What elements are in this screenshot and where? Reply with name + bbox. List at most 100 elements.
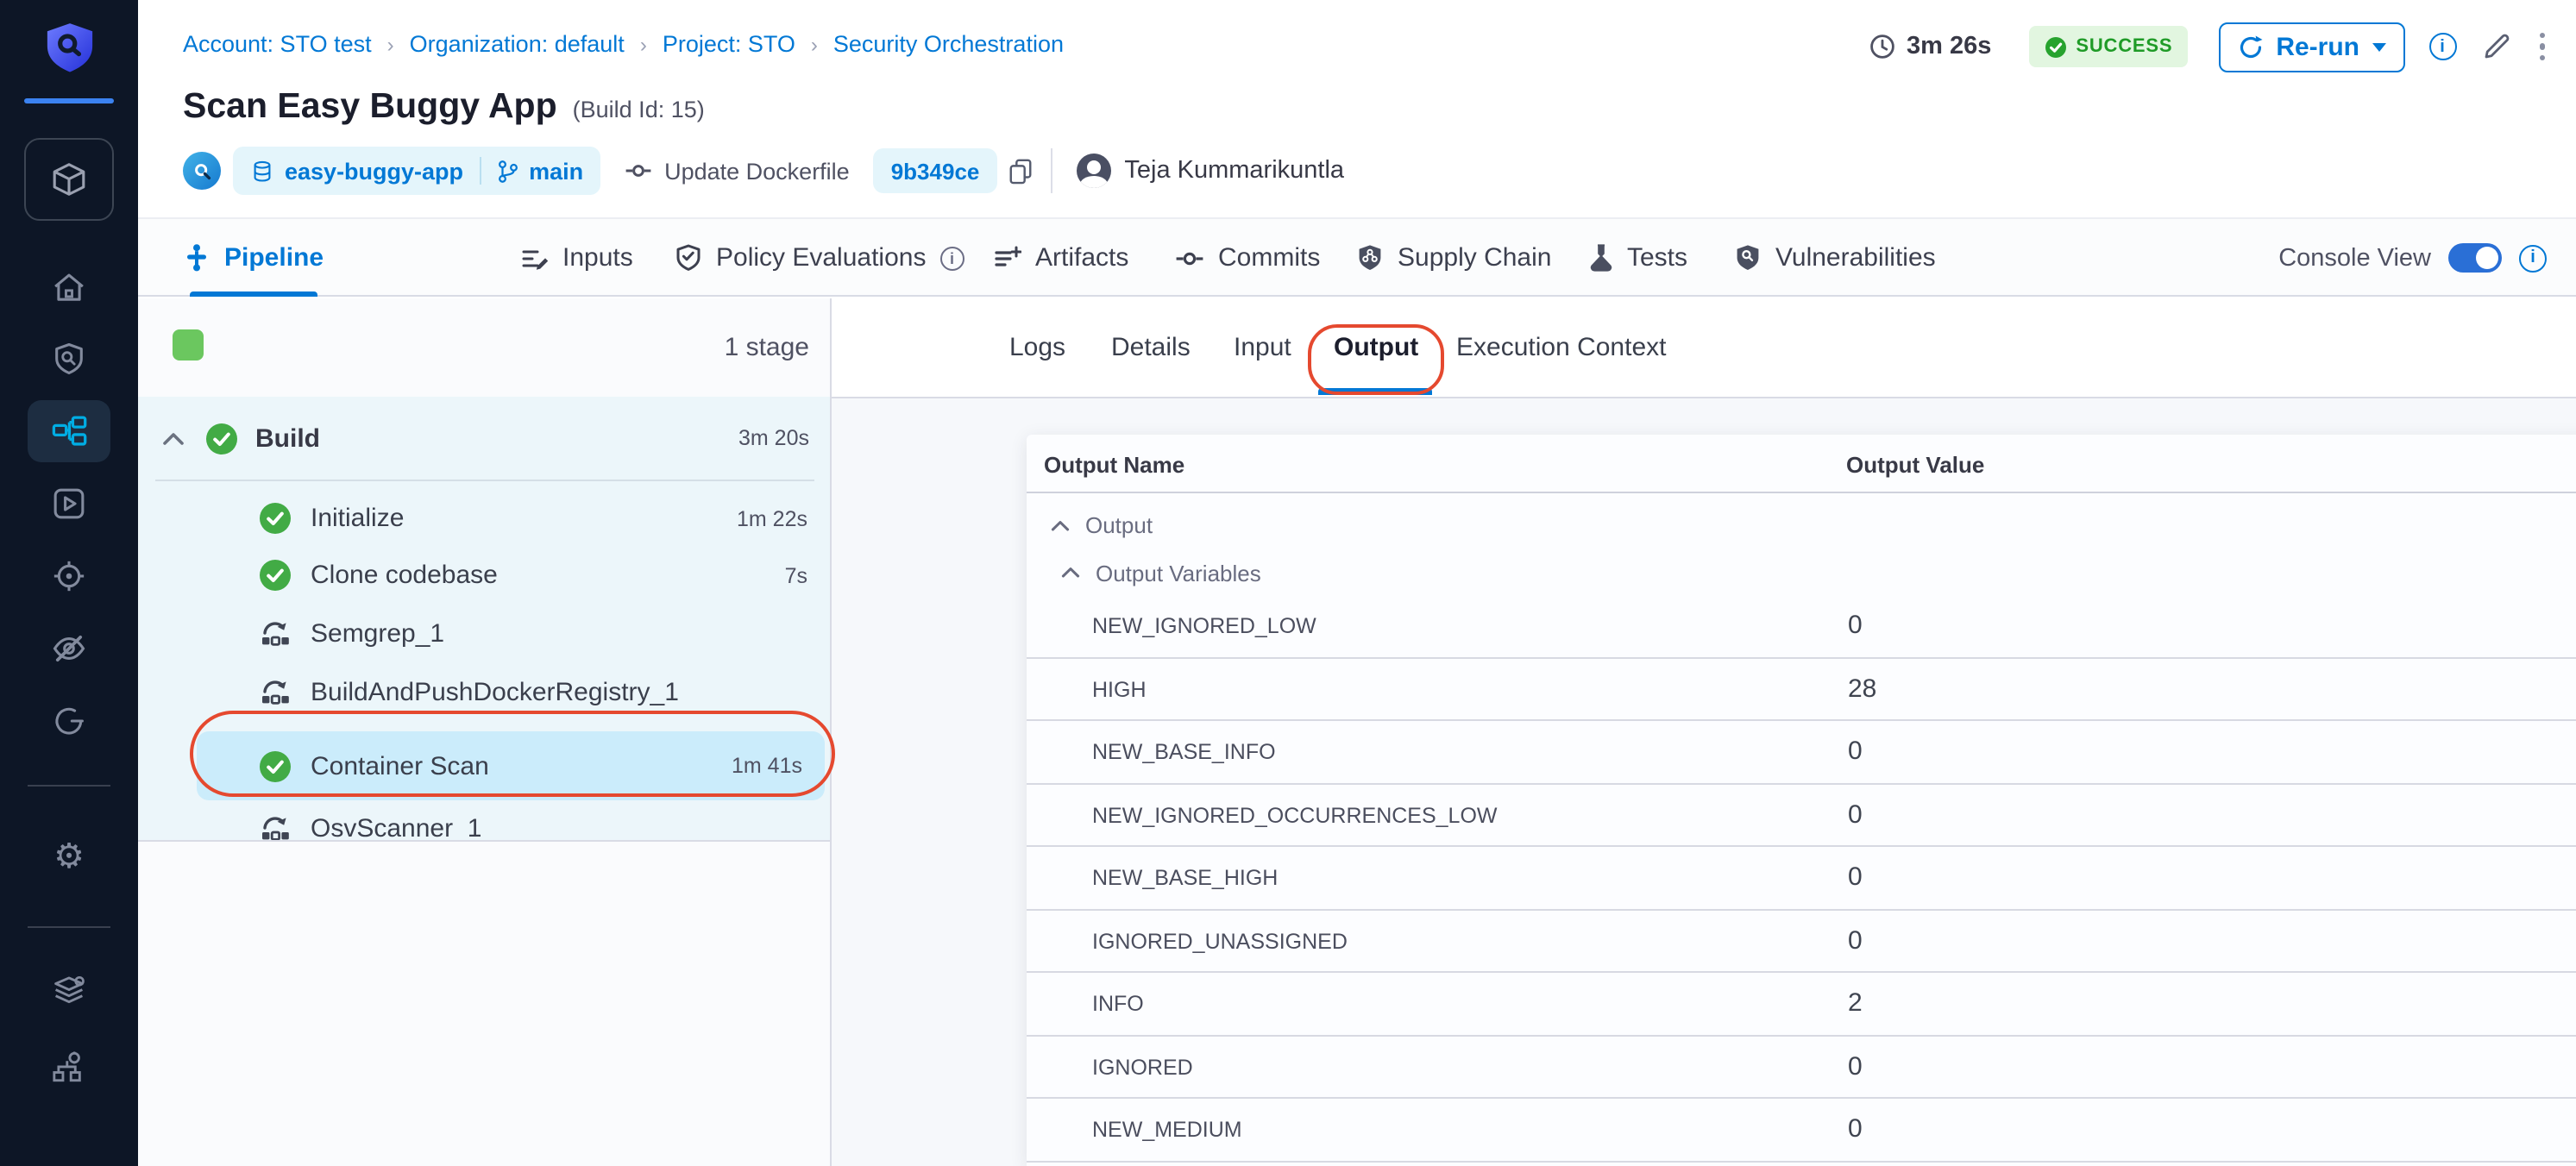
tab-details[interactable]: Details [1111,298,1191,397]
sidebar-item-exemptions[interactable] [28,617,110,680]
stage-name: Build [255,423,320,453]
console-view-label: Console View [2278,244,2431,272]
step-label: Clone codebase [311,561,498,590]
output-table-row: HIGH 28 [1027,658,2576,721]
console-view-toggle[interactable] [2448,243,2502,273]
stage-count-label: 1 stage [725,333,809,362]
sidebar-item-getting-started[interactable] [28,690,110,752]
tab-supply-chain[interactable]: Supply Chain [1356,219,1551,297]
stage-status-square[interactable] [173,329,204,360]
pipeline-step-row[interactable]: Initialize 1m 22s [138,490,830,547]
column-output-value: Output Value [1846,452,1984,478]
edit-pipeline-icon[interactable] [2480,31,2511,62]
console-view-info-icon[interactable]: i [2519,244,2547,272]
breadcrumb-organization[interactable]: Organization: default [410,31,625,57]
sidebar-item-targets[interactable] [28,545,110,607]
tab-inputs[interactable]: Inputs [521,219,633,297]
commit-message[interactable]: Update Dockerfile [664,158,850,184]
sidebar-divider [28,785,110,787]
status-badge: SUCCESS [2029,26,2188,67]
refresh-icon [2238,34,2264,60]
tab-tests[interactable]: Tests [1589,219,1687,297]
output-value-cell: 0 [1848,737,1863,766]
avatar [1076,154,1110,188]
meta-divider [1050,148,1052,193]
pipeline-step-row[interactable]: Container Scan 1m 41s [197,731,825,800]
step-status-icon [259,749,292,782]
output-table-card: Output Name Output Value Output Output V… [1027,435,2576,1166]
build-stage-section: Build 3m 20s Initialize 1m 22s Clone cod… [138,397,830,840]
output-name-cell: NEW_BASE_INFO [1092,740,1276,764]
commits-icon [1175,244,1204,272]
output-value-cell: 0 [1848,862,1863,892]
pipeline-step-row[interactable]: Clone codebase 7s [138,547,830,604]
tab-vulnerabilities[interactable]: Vulnerabilities [1734,219,1936,297]
output-value-cell: 28 [1848,674,1876,703]
output-table-row: NEW_BASE_HIGH 0 [1027,847,2576,910]
tab-commits[interactable]: Commits [1175,219,1320,297]
output-name-cell: IGNORED [1092,1055,1193,1079]
sidebar-item-executions[interactable] [28,473,110,535]
step-status-icon [259,813,292,843]
step-label: Semgrep_1 [311,618,444,648]
sidebar-item-default-settings[interactable] [28,962,110,1025]
stage-success-icon [205,422,238,454]
git-branch-icon [496,158,518,184]
step-list: Initialize 1m 22s Clone codebase 7s Semg… [138,490,830,852]
branch-name: main [529,158,583,184]
repo-branch-pill[interactable]: easy-buggy-app main [233,147,600,195]
commit-sha-link[interactable]: 9b349ce [874,148,997,193]
output-variables-group-row[interactable]: Output Variables [1027,550,2576,595]
tab-logs[interactable]: Logs [1009,298,1065,397]
page-title: Scan Easy Buggy App [183,86,557,128]
tab-pipeline[interactable]: Pipeline [183,219,324,297]
collapse-chevron-icon[interactable] [162,430,185,446]
copy-icon[interactable] [1007,157,1033,185]
supply-chain-shield-icon [1356,243,1384,273]
step-status-icon [259,502,292,535]
module-selector-button[interactable] [24,138,114,221]
output-group-row[interactable]: Output [1027,500,2576,550]
target-icon [50,557,88,595]
pipelines-icon [50,412,88,450]
sidebar-item-home[interactable] [28,257,110,319]
output-table-header: Output Name Output Value [1027,435,2576,493]
output-name-cell: NEW_BASE_HIGH [1092,866,1278,890]
more-options-icon[interactable] [2539,33,2545,61]
inputs-icon [521,244,549,272]
success-check-icon [2045,35,2067,58]
pipeline-step-row[interactable]: BuildAndPushDockerRegistry_1 [138,662,830,721]
network-settings-icon [50,1049,88,1087]
breadcrumb: Account: STO test › Organization: defaul… [183,31,1064,57]
sidebar-item-scans[interactable] [28,328,110,390]
vulnerabilities-shield-icon [1734,243,1762,273]
breadcrumb-module[interactable]: Security Orchestration [833,31,1064,57]
sidebar-item-environments[interactable] [28,1037,110,1099]
breadcrumb-separator: › [387,32,394,56]
scan-trigger-icon [183,152,221,190]
repo-name: easy-buggy-app [285,158,463,184]
breadcrumb-project[interactable]: Project: STO [663,31,795,57]
execution-tabbar: Pipeline Inputs Policy Evaluations i Art… [138,217,2576,297]
power-arc-icon [50,702,88,740]
sidebar-item-settings[interactable]: ⚙ [28,826,110,888]
artifacts-icon [994,244,1021,272]
sidebar-item-pipelines[interactable] [28,400,110,462]
execution-content: 1 stage Build 3m 20s Initialize 1m 22s [138,298,2576,1166]
rerun-button[interactable]: Re-run [2219,22,2404,72]
breadcrumb-account[interactable]: Account: STO test [183,31,372,57]
tab-artifacts[interactable]: Artifacts [994,219,1128,297]
output-name-cell: INFO [1092,992,1144,1016]
breadcrumb-separator: › [811,32,818,56]
tab-input[interactable]: Input [1234,298,1291,397]
tab-policy-evaluations[interactable]: Policy Evaluations i [675,219,964,297]
pipeline-step-row[interactable]: Semgrep_1 [138,604,830,662]
tab-execution-context[interactable]: Execution Context [1456,298,1667,397]
stage-panel: 1 stage Build 3m 20s Initialize 1m 22s [138,298,830,1166]
tab-output[interactable]: Output [1334,298,1418,397]
build-stage-row[interactable]: Build 3m 20s [138,397,830,480]
sto-shield-logo-icon[interactable] [41,19,98,78]
harness-pipeline-execution-page: ⚙ Account: STO test › Organization: defa… [0,0,2576,1166]
execution-info-icon[interactable]: i [2428,33,2456,60]
pipeline-step-row[interactable]: OsvScanner_1 [138,804,830,852]
